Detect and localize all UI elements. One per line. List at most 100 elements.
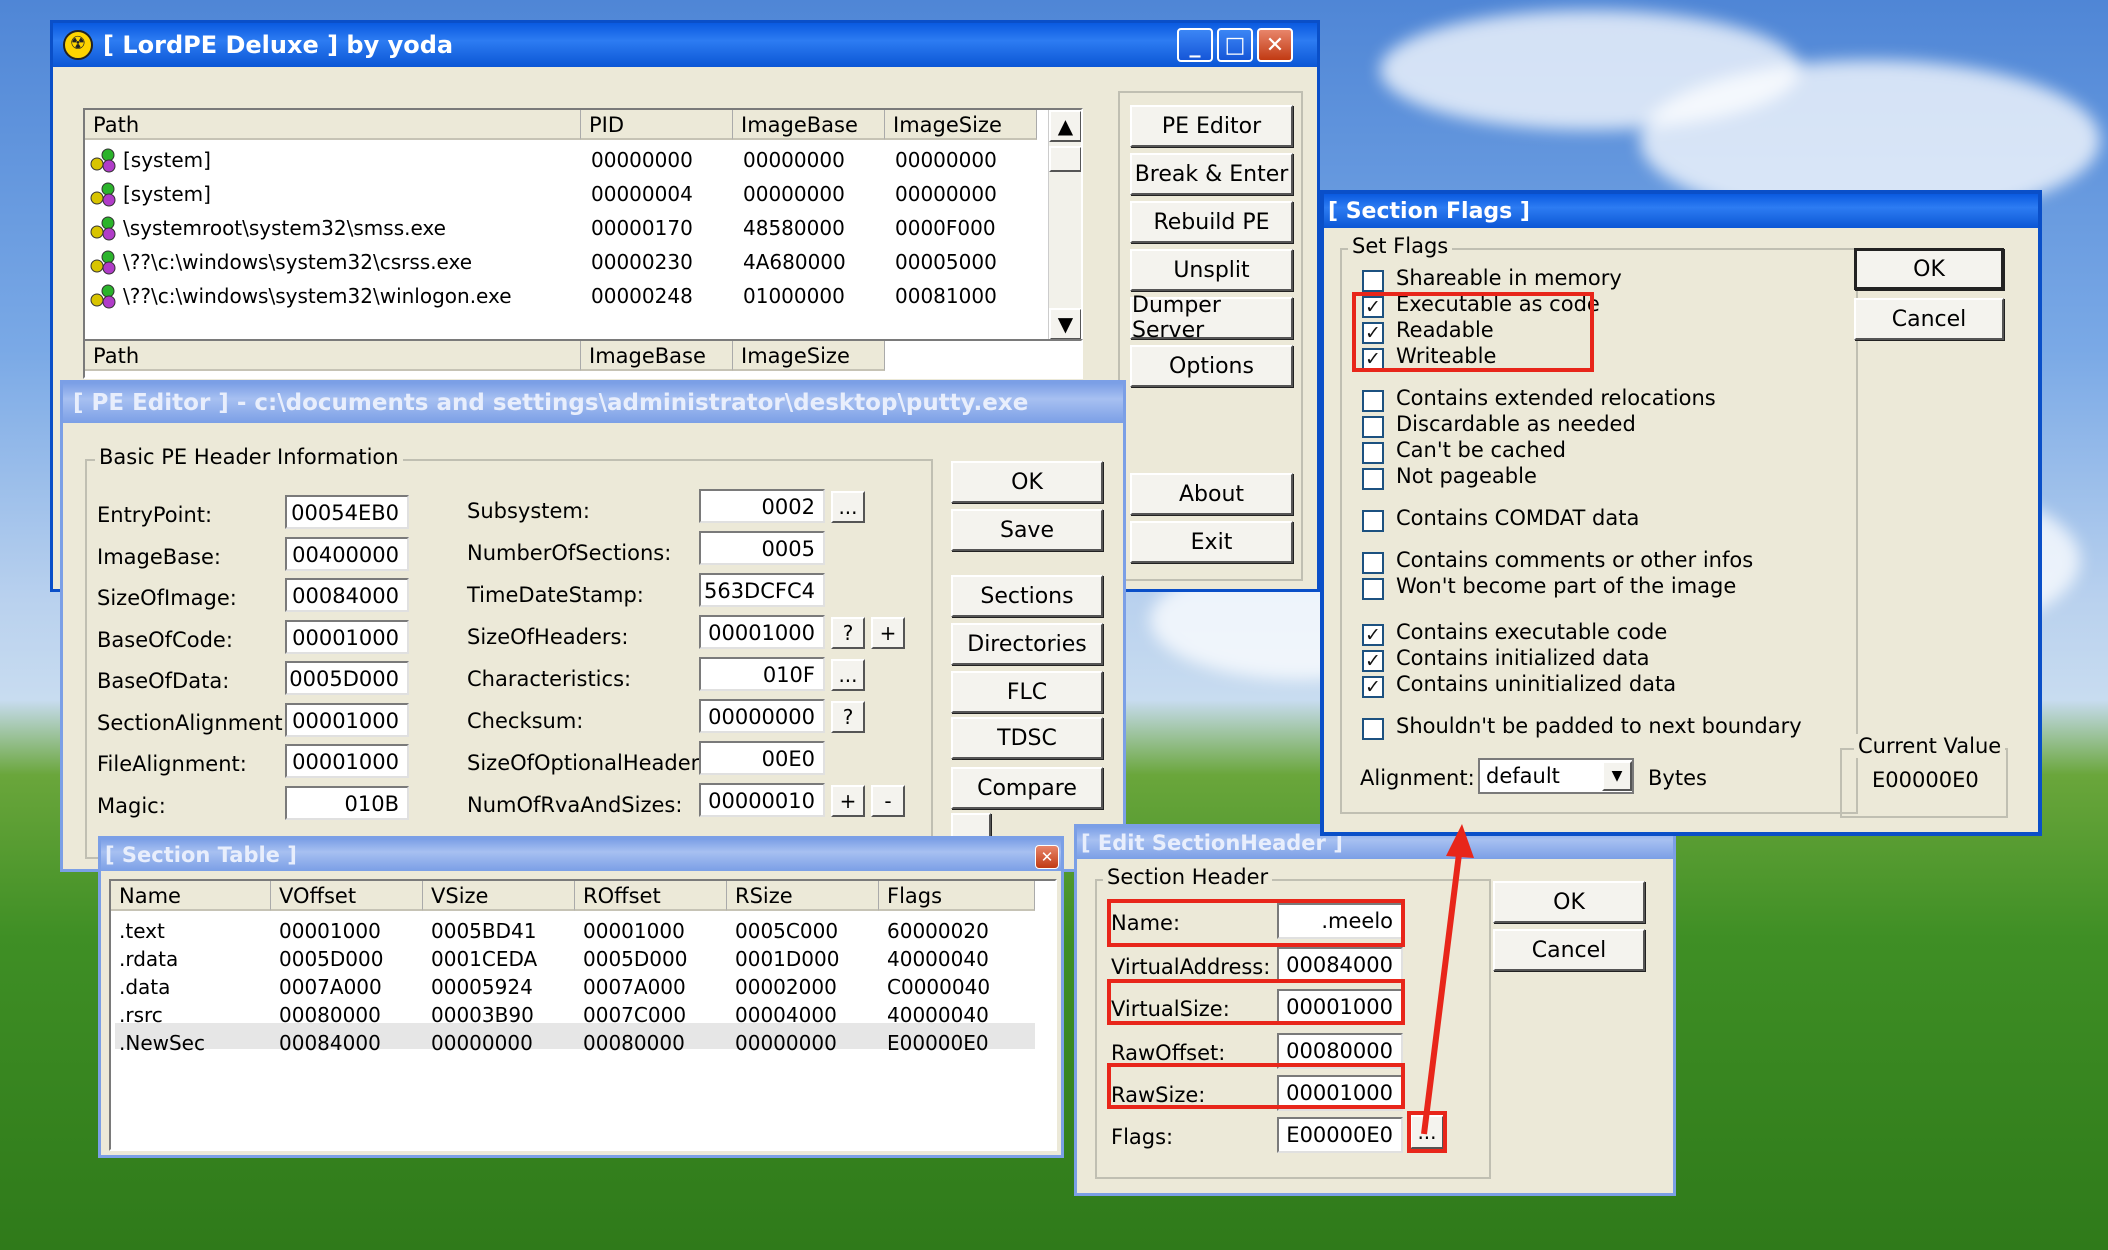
- column-header-flags[interactable]: Flags: [879, 881, 1035, 911]
- ok-button[interactable]: OK: [1493, 881, 1645, 923]
- process-list[interactable]: Path PID ImageBase ImageSize [system] 000…: [83, 108, 1083, 344]
- field-label: ImageBase:: [97, 544, 221, 569]
- section-flags-title: [ Section Flags ]: [1328, 198, 1530, 224]
- scrollbar[interactable]: ▲ ▼: [1048, 110, 1081, 342]
- directories-button[interactable]: Directories: [951, 623, 1103, 665]
- checkbox[interactable]: [1362, 442, 1384, 464]
- table-row[interactable]: \systemroot\system32\smss.exe 00000170 485…: [85, 212, 1045, 244]
- header-field[interactable]: 563DCFC4: [699, 573, 825, 607]
- column-header-imagebase[interactable]: ImageBase: [581, 341, 733, 371]
- ellipsis-button[interactable]: ...: [831, 491, 865, 523]
- column-header-imagebase[interactable]: ImageBase: [733, 110, 885, 140]
- checkbox[interactable]: [1362, 718, 1384, 740]
- pe-editor-button[interactable]: PE Editor: [1130, 105, 1293, 147]
- table-row[interactable]: [system] 00000004 00000000 00000000: [85, 178, 1045, 210]
- section-list[interactable]: Name VOffset VSize ROffset RSize Flags .…: [109, 879, 1057, 1151]
- header-field[interactable]: 00084000: [285, 578, 409, 612]
- header-field[interactable]: 010F: [699, 657, 825, 691]
- ellipsis-button[interactable]: ...: [831, 659, 865, 691]
- minimize-icon[interactable]: _: [1177, 28, 1213, 62]
- close-icon[interactable]: ✕: [1257, 28, 1293, 62]
- header-field[interactable]: 0002: [699, 489, 825, 523]
- section-field[interactable]: 00084000: [1277, 947, 1403, 983]
- question-button[interactable]: ?: [831, 617, 865, 649]
- section-flags-titlebar[interactable]: [ Section Flags ]: [1324, 194, 2038, 228]
- table-row[interactable]: .rsrc 00080000 00003B90 0007C000 00004000 400…: [111, 1001, 1041, 1029]
- checkbox[interactable]: [1362, 578, 1384, 600]
- dumper-server-button[interactable]: Dumper Server: [1130, 293, 1293, 343]
- save-button[interactable]: Save: [951, 509, 1103, 551]
- sections-button[interactable]: Sections: [951, 575, 1103, 617]
- table-row[interactable]: .NewSec 00084000 00000000 00080000 00000000 E…: [111, 1029, 1041, 1057]
- header-field[interactable]: 00001000: [699, 615, 825, 649]
- unsplit-button[interactable]: Unsplit: [1130, 249, 1293, 291]
- header-field[interactable]: 0005D000: [285, 661, 409, 695]
- header-field[interactable]: 00400000: [285, 536, 409, 571]
- column-header-imagesize[interactable]: ImageSize: [733, 341, 885, 371]
- alignment-select[interactable]: default ▼: [1478, 758, 1634, 794]
- column-header-path[interactable]: Path: [85, 110, 581, 140]
- checkbox[interactable]: [1362, 416, 1384, 438]
- table-row[interactable]: \??\c:\windows\system32\csrss.exe 0000023…: [85, 246, 1045, 278]
- table-row[interactable]: .rdata 0005D000 0001CEDA 0005D000 0001D000 40…: [111, 945, 1041, 973]
- section-field[interactable]: E00000E0: [1277, 1117, 1403, 1153]
- column-header-pid[interactable]: PID: [581, 110, 733, 140]
- checkbox[interactable]: [1362, 468, 1384, 490]
- checkbox[interactable]: ✓: [1362, 650, 1384, 672]
- ok-button[interactable]: OK: [1854, 248, 2004, 290]
- header-field[interactable]: 00001000: [285, 619, 409, 654]
- scroll-up-icon[interactable]: ▲: [1049, 110, 1081, 142]
- exit-button[interactable]: Exit: [1130, 521, 1293, 563]
- options-button[interactable]: Options: [1130, 345, 1293, 387]
- section-table-titlebar[interactable]: [ Section Table ]: [101, 839, 1061, 871]
- column-header-vsize[interactable]: VSize: [423, 881, 575, 911]
- header-field[interactable]: 00001000: [285, 702, 409, 737]
- maximize-icon[interactable]: □: [1217, 28, 1253, 62]
- header-field[interactable]: 00054EB0: [285, 495, 409, 529]
- table-row[interactable]: \??\c:\windows\system32\winlogon.exe 0000…: [85, 280, 1045, 312]
- column-header-roffset[interactable]: ROffset: [575, 881, 727, 911]
- plus-button[interactable]: +: [871, 617, 905, 649]
- about-button[interactable]: About: [1130, 473, 1293, 515]
- chevron-down-icon[interactable]: ▼: [1602, 761, 1632, 791]
- table-row[interactable]: .text 00001000 0005BD41 00001000 0005C000 600…: [111, 917, 1041, 945]
- break-enter-button[interactable]: Break & Enter: [1130, 153, 1293, 195]
- column-header-voffset[interactable]: VOffset: [271, 881, 423, 911]
- header-field[interactable]: 010B: [285, 785, 409, 820]
- column-header-rsize[interactable]: RSize: [727, 881, 879, 911]
- scroll-down-icon[interactable]: ▼: [1049, 308, 1081, 340]
- checkbox[interactable]: [1362, 510, 1384, 532]
- checkbox[interactable]: [1362, 552, 1384, 574]
- header-field[interactable]: 0005: [699, 531, 825, 565]
- ok-button[interactable]: OK: [951, 461, 1103, 503]
- pe-editor-titlebar[interactable]: [ PE Editor ] - c:\documents and setting…: [63, 383, 1123, 423]
- compare-button[interactable]: Compare: [951, 767, 1103, 809]
- table-row[interactable]: .data 0007A000 00005924 0007A000 00002000 C00…: [111, 973, 1041, 1001]
- checkbox[interactable]: ✓: [1362, 676, 1384, 698]
- rebuild-pe-button[interactable]: Rebuild PE: [1130, 201, 1293, 243]
- question-button[interactable]: ?: [831, 701, 865, 733]
- table-row[interactable]: [system] 00000000 00000000 00000000: [85, 144, 1045, 176]
- field-label: Characteristics:: [467, 667, 632, 691]
- plus-button[interactable]: +: [831, 785, 865, 817]
- cancel-button[interactable]: Cancel: [1493, 929, 1645, 971]
- header-field[interactable]: 00000010: [699, 783, 825, 817]
- arrow-icon: [1421, 824, 1474, 1135]
- checkbox[interactable]: [1362, 390, 1384, 412]
- module-list[interactable]: Path ImageBase ImageSize: [83, 339, 1083, 379]
- close-icon[interactable]: ✕: [1035, 845, 1059, 869]
- lordpe-titlebar[interactable]: ☢ [ LordPE Deluxe ] by yoda: [53, 23, 1317, 67]
- tdsc-button[interactable]: TDSC: [951, 717, 1103, 759]
- scroll-thumb[interactable]: [1049, 146, 1081, 172]
- flc-button[interactable]: FLC: [951, 671, 1103, 713]
- column-header-name[interactable]: Name: [111, 881, 271, 911]
- checkbox[interactable]: [1362, 270, 1384, 292]
- cancel-button[interactable]: Cancel: [1854, 298, 2004, 340]
- header-field[interactable]: 00E0: [699, 741, 825, 775]
- header-field[interactable]: 00001000: [285, 744, 409, 778]
- checkbox[interactable]: ✓: [1362, 624, 1384, 646]
- column-header-imagesize[interactable]: ImageSize: [885, 110, 1037, 140]
- minus-button[interactable]: -: [871, 785, 905, 817]
- column-header-path[interactable]: Path: [85, 341, 581, 371]
- header-field[interactable]: 00000000: [699, 699, 825, 733]
